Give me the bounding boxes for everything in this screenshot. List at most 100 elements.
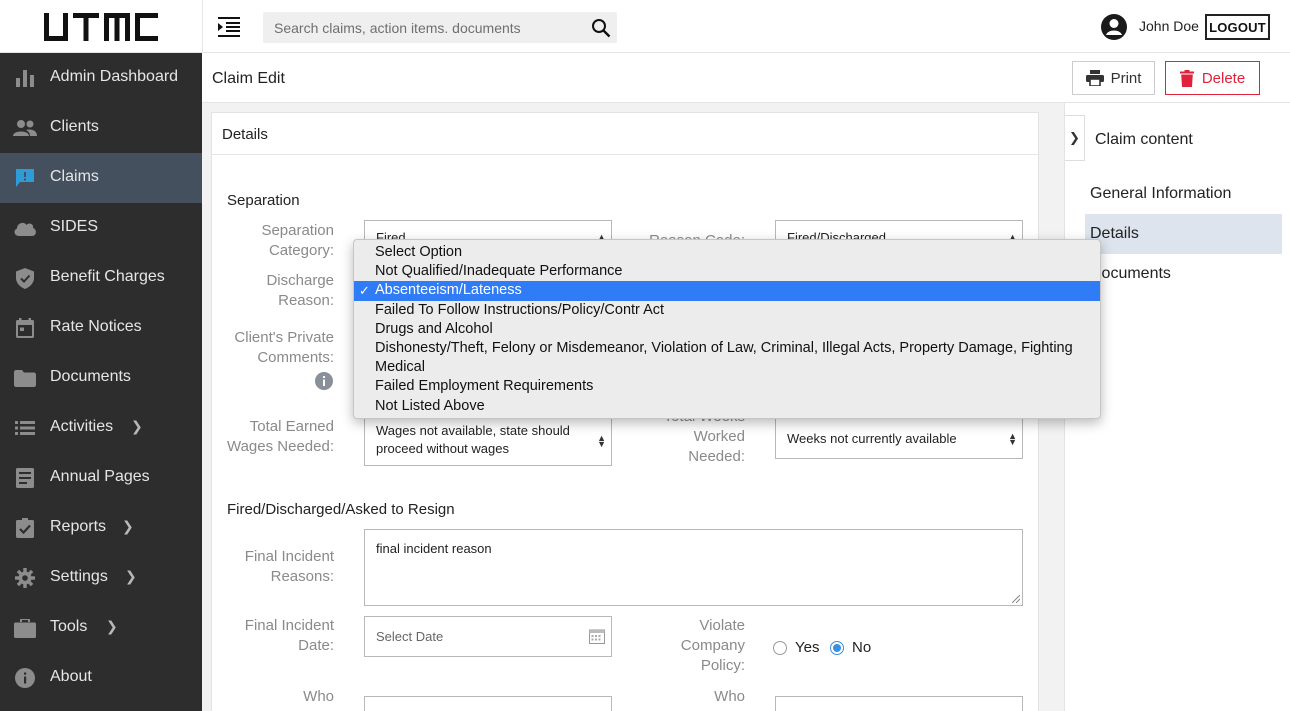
panel-item-details[interactable]: Details — [1085, 214, 1282, 254]
panel-item-documents[interactable]: Documents — [1085, 254, 1282, 294]
sidebar-item-label: About — [50, 668, 92, 685]
dropdown-option[interactable]: Failed Employment Requirements — [354, 377, 1100, 396]
sidebar-item-label: Benefit Charges — [50, 268, 165, 285]
sidebar-item-label: Settings — [50, 568, 108, 585]
dropdown-option-selected[interactable]: ✓ Absenteeism/Lateness — [354, 281, 1100, 301]
resize-grip-icon[interactable] — [1012, 595, 1020, 603]
search-button[interactable] — [589, 16, 613, 40]
fired-section-title: Fired/Discharged/Asked to Resign — [227, 501, 455, 518]
violate-policy-no-radio[interactable]: No — [830, 639, 871, 656]
sidebar-item-label: Annual Pages — [50, 468, 150, 485]
chevron-right-icon: ❯ — [125, 568, 137, 584]
weeks-worked-select[interactable]: Weeks not currently available ▲ ▼ — [775, 418, 1023, 459]
chevron-right-icon: ❯ — [131, 418, 143, 434]
radio-no-label: No — [852, 639, 872, 656]
sidebar-item-about[interactable]: About — [0, 653, 202, 703]
card-title: Details — [222, 126, 268, 143]
calendar-icon — [13, 317, 37, 339]
sidebar-item-documents[interactable]: Documents — [0, 353, 202, 403]
panel-toggle-button[interactable]: ❯ — [1065, 115, 1085, 161]
print-button[interactable]: Print — [1072, 61, 1155, 95]
calendar-icon[interactable] — [589, 628, 605, 644]
panel-item-general-information[interactable]: General Information — [1085, 174, 1282, 214]
sidebar-item-activities[interactable]: Activities ❯ — [0, 403, 202, 453]
earned-wages-label: Total Earned Wages Needed: — [226, 418, 334, 455]
utmc-logo[interactable] — [42, 11, 160, 43]
delete-label: Delete — [1201, 69, 1246, 87]
card-header: Details — [212, 113, 1038, 155]
select-value: Wages not available, state should procee… — [376, 423, 570, 456]
checkmark-icon: ✓ — [359, 283, 370, 299]
final-date-input[interactable]: Select Date — [364, 616, 612, 657]
earned-wages-select[interactable]: Wages not available, state should procee… — [364, 415, 612, 466]
briefcase-icon — [13, 617, 37, 639]
separation-section-title: Separation — [227, 192, 300, 209]
search-input[interactable] — [263, 12, 583, 43]
who-input-left[interactable] — [364, 696, 612, 711]
sidebar-item-clients[interactable]: Clients — [0, 103, 202, 153]
top-bar: John Doe LOGOUT — [0, 0, 1290, 53]
chevron-right-icon: ❯ — [106, 618, 118, 634]
page-header: Claim Edit Print Delete — [202, 53, 1290, 103]
who-input-right[interactable] — [775, 696, 1023, 711]
sidebar: Admin Dashboard Clients Claims SIDES Ben… — [0, 53, 202, 711]
sidebar-item-label: Reports — [50, 518, 107, 535]
sidebar-item-sides[interactable]: SIDES — [0, 203, 202, 253]
dropdown-option[interactable]: Drugs and Alcohol — [354, 320, 1100, 339]
date-placeholder: Select Date — [376, 629, 444, 644]
sidebar-item-annual-pages[interactable]: Annual Pages — [0, 453, 202, 503]
dropdown-option[interactable]: Medical — [354, 358, 1100, 377]
dropdown-option[interactable]: Not Qualified/Inadequate Performance — [354, 262, 1100, 281]
sidebar-item-label: Clients — [50, 118, 99, 135]
sidebar-item-benefit-charges[interactable]: Benefit Charges — [0, 253, 202, 303]
info-icon[interactable] — [315, 372, 333, 390]
dropdown-option[interactable]: Failed To Follow Instructions/Policy/Con… — [354, 301, 1100, 320]
info-icon — [13, 667, 37, 689]
chevron-right-icon: ❯ — [122, 518, 134, 534]
delete-button[interactable]: Delete — [1165, 61, 1260, 95]
list-icon — [13, 417, 37, 439]
radio-button[interactable] — [773, 640, 787, 655]
panel-item-label: General Information — [1090, 185, 1232, 202]
sidebar-item-admin-dashboard[interactable]: Admin Dashboard — [0, 53, 202, 103]
sidebar-item-label: Rate Notices — [50, 318, 142, 335]
discharge-reason-dropdown[interactable]: Select Option Not Qualified/Inadequate P… — [353, 239, 1101, 419]
user-avatar-icon[interactable] — [1100, 13, 1128, 41]
sidebar-item-claims[interactable]: Claims — [0, 153, 202, 203]
chat-bubble-icon — [13, 167, 37, 189]
radio-yes-label: Yes — [795, 639, 820, 656]
shield-icon — [13, 267, 37, 289]
print-label: Print — [1110, 69, 1142, 87]
textarea-value: final incident reason — [376, 541, 492, 556]
dropdown-option[interactable]: Dishonesty/Theft, Felony or Misdemeanor,… — [354, 339, 1100, 358]
radio-button-selected[interactable] — [830, 640, 844, 655]
violate-policy-yes-radio[interactable]: Yes — [773, 639, 819, 656]
panel-item-label: Documents — [1090, 265, 1171, 282]
select-arrows-icon: ▲▼ — [1008, 430, 1017, 447]
gear-icon — [13, 567, 37, 589]
document-icon — [13, 467, 37, 489]
panel-title: Claim content — [1095, 131, 1193, 148]
sidebar-item-settings[interactable]: Settings ❯ — [0, 553, 202, 603]
menu-collapse-button[interactable] — [202, 0, 254, 53]
sidebar-item-label: Activities — [50, 418, 114, 435]
bar-chart-icon — [13, 67, 37, 89]
final-reasons-label: Final Incident Reasons: — [244, 548, 334, 585]
final-date-label: Final Incident Date: — [244, 617, 334, 654]
select-value: Weeks not currently available — [787, 431, 957, 446]
final-reasons-textarea[interactable]: final incident reason — [364, 529, 1023, 606]
sidebar-item-rate-notices[interactable]: Rate Notices — [0, 303, 202, 353]
dropdown-option[interactable]: Not Listed Above — [354, 397, 1100, 416]
sidebar-item-label: Claims — [50, 168, 99, 185]
printer-icon — [1085, 70, 1104, 86]
search-icon — [592, 19, 611, 38]
people-icon — [13, 117, 37, 139]
sidebar-item-reports[interactable]: Reports ❯ — [0, 503, 202, 553]
sidebar-item-label: Documents — [50, 368, 131, 385]
private-comments-label: Client's Private Comments: — [234, 329, 334, 366]
select-arrows-icon: ▲▼ — [597, 432, 606, 449]
logout-button[interactable]: LOGOUT — [1205, 14, 1270, 40]
dropdown-option[interactable]: Select Option — [354, 243, 1100, 262]
sidebar-item-tools[interactable]: Tools ❯ — [0, 603, 202, 653]
sidebar-item-label: SIDES — [50, 218, 99, 235]
